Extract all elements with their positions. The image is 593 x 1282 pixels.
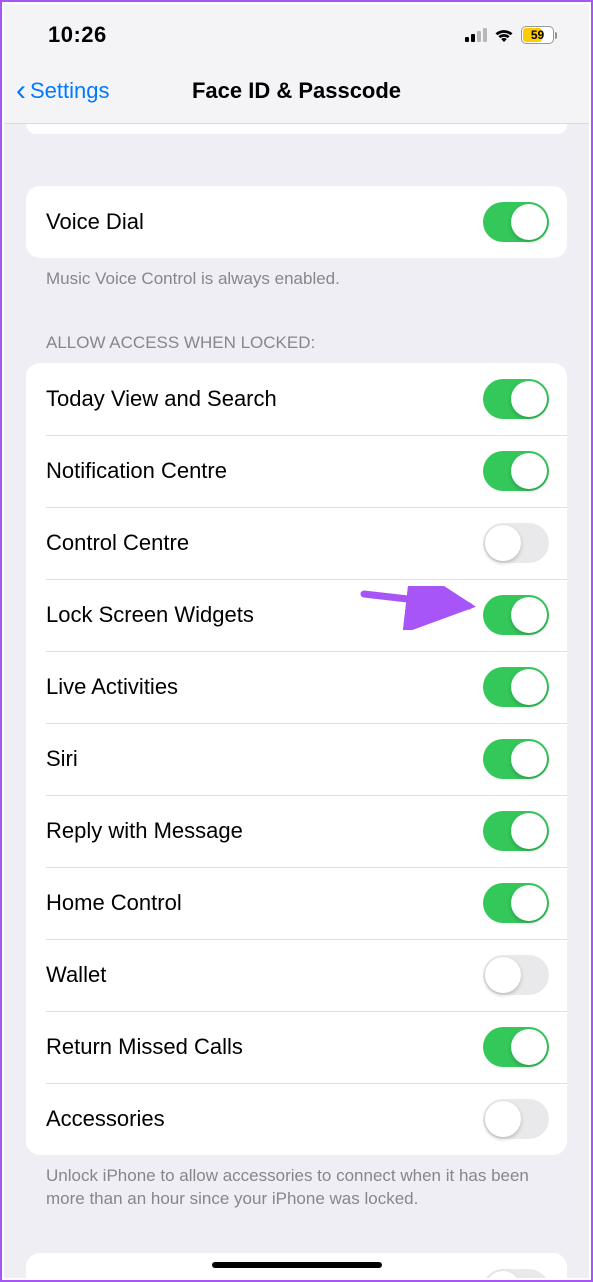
notification-centre-label: Notification Centre xyxy=(46,458,227,484)
return-missed-calls-toggle[interactable] xyxy=(483,1027,549,1067)
reply-with-message-toggle[interactable] xyxy=(483,811,549,851)
home-control-toggle[interactable] xyxy=(483,883,549,923)
home-indicator[interactable] xyxy=(212,1262,382,1268)
lock-screen-widgets-label: Lock Screen Widgets xyxy=(46,602,254,628)
navigation-bar: ‹ Settings Face ID & Passcode xyxy=(4,62,589,124)
home-control-row: Home Control xyxy=(26,867,567,939)
voice-dial-toggle[interactable] xyxy=(483,202,549,242)
wifi-icon xyxy=(493,27,515,43)
siri-toggle[interactable] xyxy=(483,739,549,779)
back-button[interactable]: ‹ Settings xyxy=(16,76,110,106)
today-view-row: Today View and Search xyxy=(26,363,567,435)
status-bar: 10:26 59 xyxy=(4,4,589,62)
page-title: Face ID & Passcode xyxy=(192,78,401,104)
back-label: Settings xyxy=(30,78,110,104)
status-right-icons: 59 xyxy=(465,26,557,44)
notification-centre-row: Notification Centre xyxy=(26,435,567,507)
accessories-label: Accessories xyxy=(46,1106,165,1132)
battery-icon: 59 xyxy=(521,26,557,44)
wallet-row: Wallet xyxy=(26,939,567,1011)
control-centre-label: Control Centre xyxy=(46,530,189,556)
voice-dial-label: Voice Dial xyxy=(46,209,144,235)
lock-screen-widgets-row: Lock Screen Widgets xyxy=(26,579,567,651)
voice-dial-group: Voice Dial xyxy=(26,186,567,258)
return-missed-calls-row: Return Missed Calls xyxy=(26,1011,567,1083)
live-activities-row: Live Activities xyxy=(26,651,567,723)
voice-dial-footer: Music Voice Control is always enabled. xyxy=(26,258,567,291)
erase-data-toggle[interactable] xyxy=(483,1269,549,1278)
wallet-label: Wallet xyxy=(46,962,106,988)
today-view-label: Today View and Search xyxy=(46,386,277,412)
live-activities-label: Live Activities xyxy=(46,674,178,700)
previous-group-tail xyxy=(26,124,567,134)
siri-label: Siri xyxy=(46,746,78,772)
today-view-toggle[interactable] xyxy=(483,379,549,419)
cellular-signal-icon xyxy=(465,28,487,42)
accessories-row: Accessories xyxy=(26,1083,567,1155)
reply-with-message-row: Reply with Message xyxy=(26,795,567,867)
reply-with-message-label: Reply with Message xyxy=(46,818,243,844)
accessories-toggle[interactable] xyxy=(483,1099,549,1139)
control-centre-row: Control Centre xyxy=(26,507,567,579)
battery-percent: 59 xyxy=(522,28,553,42)
notification-centre-toggle[interactable] xyxy=(483,451,549,491)
siri-row: Siri xyxy=(26,723,567,795)
live-activities-toggle[interactable] xyxy=(483,667,549,707)
chevron-left-icon: ‹ xyxy=(16,76,26,106)
allow-access-footer: Unlock iPhone to allow accessories to co… xyxy=(26,1155,567,1211)
allow-access-group: Today View and Search Notification Centr… xyxy=(26,363,567,1155)
control-centre-toggle[interactable] xyxy=(483,523,549,563)
return-missed-calls-label: Return Missed Calls xyxy=(46,1034,243,1060)
wallet-toggle[interactable] xyxy=(483,955,549,995)
erase-data-label: Erase Data xyxy=(46,1276,156,1278)
lock-screen-widgets-toggle[interactable] xyxy=(483,595,549,635)
allow-access-header: ALLOW ACCESS WHEN LOCKED: xyxy=(26,333,567,363)
home-control-label: Home Control xyxy=(46,890,182,916)
status-time: 10:26 xyxy=(48,22,107,48)
voice-dial-row: Voice Dial xyxy=(26,186,567,258)
